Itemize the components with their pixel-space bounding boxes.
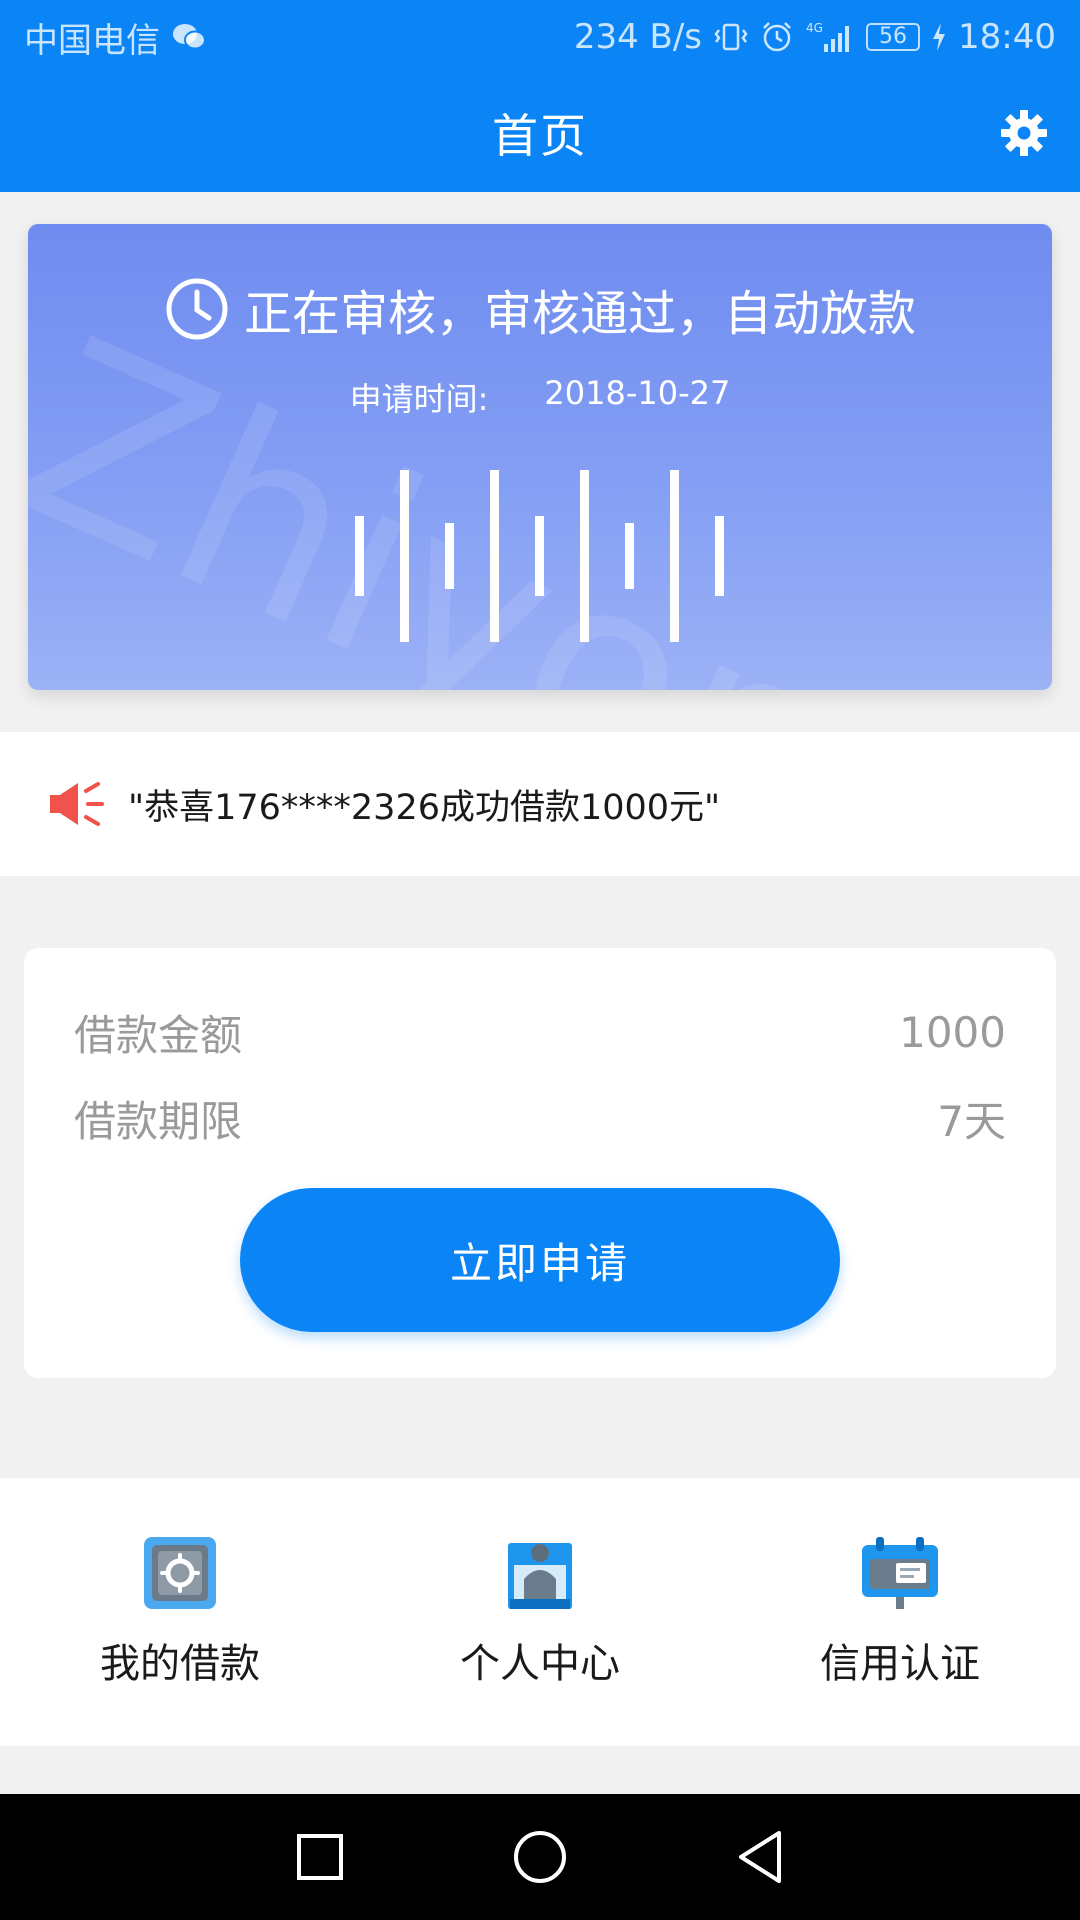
back-button[interactable] (725, 1822, 795, 1892)
wave-bar (400, 470, 409, 642)
net-speed: 234 B/s (573, 17, 703, 57)
wave-bar (445, 523, 454, 589)
loan-amount-label: 借款金额 (74, 1011, 243, 1060)
app-header: 首页 (0, 74, 1080, 192)
wechat-icon (172, 22, 206, 52)
loan-amount-value: 1000 (899, 1008, 1006, 1057)
menu-item-personal-center[interactable]: 个人中心 (390, 1535, 690, 1689)
alarm-icon (760, 20, 794, 54)
page-title: 首页 (492, 109, 588, 163)
loan-term-value: 7天 (937, 1097, 1006, 1146)
progress-wave-graphic (355, 470, 724, 642)
menu-item-my-loans[interactable]: 我的借款 (30, 1535, 330, 1689)
menu-label: 我的借款 (100, 1641, 260, 1687)
settings-button[interactable] (994, 103, 1054, 163)
wave-bar (490, 470, 499, 642)
status-right: 234 B/s 4G 56 18:40 (574, 17, 1056, 57)
wave-bar (535, 516, 544, 596)
loan-notice-banner: "恭喜176****2326成功借款1000元" (0, 732, 1080, 876)
system-nav-bar (0, 1794, 1080, 1920)
megaphone-icon (50, 782, 104, 826)
status-bar: 中国电信 234 B/s 4G 56 18:40 (0, 0, 1080, 74)
recent-apps-button[interactable] (285, 1822, 355, 1892)
menu-item-credit-certification[interactable]: 信用认证 (750, 1535, 1050, 1689)
quick-menu: 我的借款 个人中心 信用认证 (0, 1478, 1080, 1746)
signal-4g-icon: 4G (806, 20, 854, 54)
charging-icon (932, 23, 946, 51)
gear-icon (1001, 110, 1047, 156)
clock-time: 18:40 (958, 17, 1056, 57)
id-card-icon (862, 1537, 938, 1609)
home-button[interactable] (505, 1822, 575, 1892)
review-status-card: Zhiyong 正在审核，审核通过，自动放款 申请时间: 2018-10-27 (28, 224, 1052, 690)
wave-bar (625, 523, 634, 589)
wave-bar (355, 516, 364, 596)
loan-term-label: 借款期限 (74, 1097, 243, 1146)
menu-label: 个人中心 (460, 1641, 620, 1687)
notice-text: "恭喜176****2326成功借款1000元" (128, 787, 721, 828)
loan-form-card: 借款金额 1000 借款期限 7天 立即申请 (24, 948, 1056, 1378)
carrier-name: 中国电信 (24, 20, 160, 61)
wave-bar (670, 470, 679, 642)
svg-text:4G: 4G (806, 21, 823, 35)
loan-amount-row[interactable]: 借款金额 1000 (74, 1002, 1006, 1063)
menu-label: 信用认证 (820, 1641, 980, 1687)
wave-bar (580, 470, 589, 642)
status-left: 中国电信 (24, 13, 206, 62)
triangle-back-icon (739, 1831, 781, 1883)
person-icon (508, 1543, 572, 1609)
square-icon (297, 1834, 343, 1880)
circle-icon (514, 1831, 566, 1883)
apply-now-button[interactable]: 立即申请 (240, 1188, 840, 1332)
vibrate-icon (714, 20, 748, 54)
wave-bar (715, 516, 724, 596)
battery-icon: 56 (866, 23, 921, 51)
safe-icon (144, 1537, 216, 1609)
loan-term-row[interactable]: 借款期限 7天 (74, 1088, 1006, 1149)
